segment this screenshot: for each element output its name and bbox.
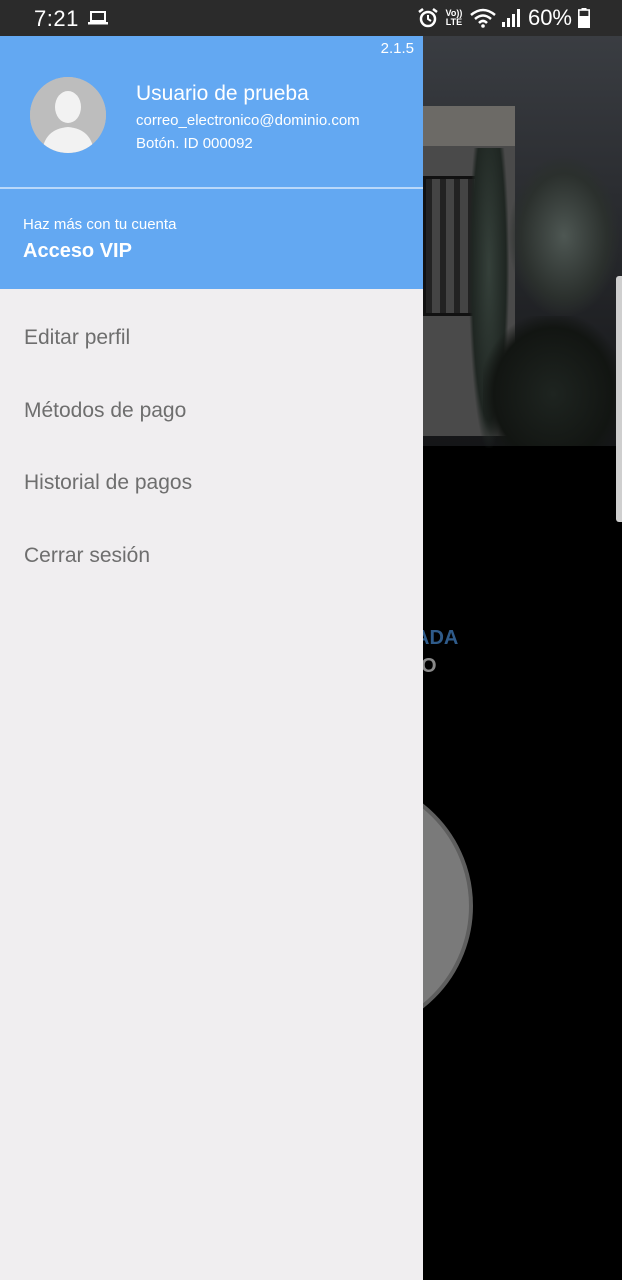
navigation-drawer: 2.1.5 Usuario de prueba correo_electroni… xyxy=(0,36,423,1280)
drawer-menu: Editar perfil Métodos de pago Historial … xyxy=(0,302,423,592)
menu-item-edit-profile[interactable]: Editar perfil xyxy=(0,302,423,375)
user-email: correo_electronico@dominio.com xyxy=(136,112,360,129)
alarm-icon xyxy=(418,8,438,28)
user-id: Botón. ID 000092 xyxy=(136,135,253,152)
app-version: 2.1.5 xyxy=(380,40,414,57)
signal-icon xyxy=(501,9,520,27)
background-text: ADA xyxy=(423,627,459,649)
wifi-icon xyxy=(470,8,496,28)
background-app: ADA O xyxy=(423,36,622,1280)
header-divider xyxy=(0,187,423,189)
menu-item-payment-methods[interactable]: Métodos de pago xyxy=(0,375,423,448)
battery-icon xyxy=(578,8,590,28)
tree-image xyxy=(509,156,619,316)
battery-percent: 60% xyxy=(527,5,572,30)
menu-item-logout[interactable]: Cerrar sesión xyxy=(0,520,423,593)
user-placeholder-icon xyxy=(30,77,106,153)
background-text: O xyxy=(423,655,437,677)
vip-access-link[interactable]: Acceso VIP xyxy=(23,240,132,263)
menu-item-payment-history[interactable]: Historial de pagos xyxy=(0,447,423,520)
scrollbar[interactable] xyxy=(616,276,622,522)
background-round-button xyxy=(423,776,473,1036)
status-bar: 7:21 Vo)) LTE 60% xyxy=(0,0,622,36)
background-photo xyxy=(423,36,622,448)
drawer-header: 2.1.5 Usuario de prueba correo_electroni… xyxy=(0,36,423,289)
shrub-image xyxy=(483,316,622,446)
building-roof xyxy=(423,106,515,146)
volte-icon: Vo)) LTE xyxy=(444,9,464,27)
volte-line2: LTE xyxy=(445,17,463,27)
vip-subtitle: Haz más con tu cuenta xyxy=(23,216,177,233)
laptop-icon xyxy=(88,11,108,25)
status-time: 7:21 xyxy=(34,6,79,31)
status-icons: Vo)) LTE 60% xyxy=(418,5,590,31)
user-name: Usuario de prueba xyxy=(136,82,309,105)
avatar[interactable] xyxy=(30,77,106,153)
